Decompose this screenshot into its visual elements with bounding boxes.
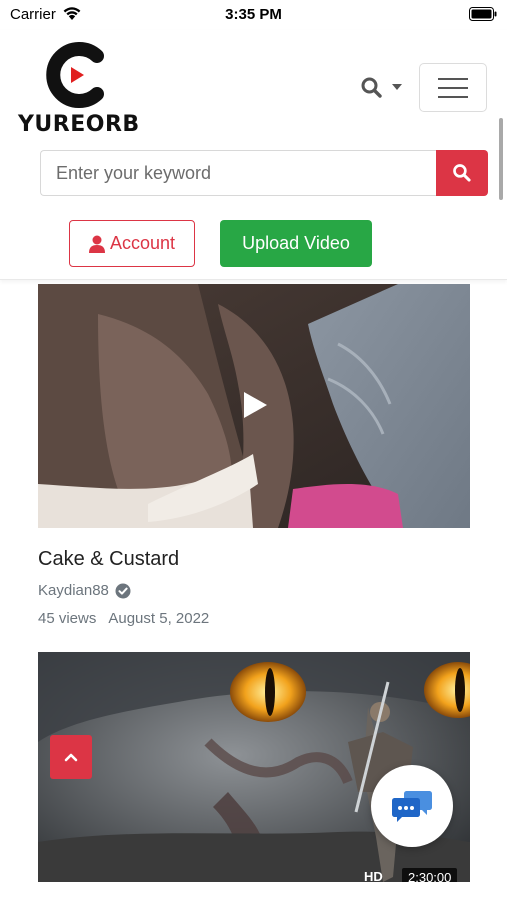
video-card[interactable]: Cake & Custard Kaydian88 45 views August …: [38, 284, 470, 644]
search-submit-button[interactable]: [436, 150, 488, 196]
video-thumbnail[interactable]: [38, 284, 470, 528]
search-input[interactable]: [40, 150, 437, 196]
play-icon[interactable]: [238, 389, 270, 421]
chevron-up-icon: [64, 753, 78, 762]
account-label: Account: [109, 233, 176, 253]
search-toggle[interactable]: [360, 74, 406, 102]
view-count: 45 views: [38, 610, 97, 627]
battery-icon: [469, 7, 497, 21]
video-meta: 45 views August 5, 2022: [38, 610, 209, 627]
duration-badge: 2:30:00: [402, 868, 458, 882]
chat-button[interactable]: [371, 765, 453, 847]
chat-bubbles-icon: [392, 791, 432, 822]
user-icon: [88, 235, 105, 253]
logo-text: YUREORB: [18, 112, 140, 137]
caret-down-icon: [392, 84, 402, 90]
upload-date: August 5, 2022: [108, 610, 210, 627]
menu-toggle-button[interactable]: [419, 63, 487, 112]
video-title[interactable]: Cake & Custard: [38, 548, 179, 571]
verified-check-icon: [115, 583, 131, 598]
upload-video-button[interactable]: Upload Video: [220, 220, 372, 267]
site-header: YUREORB Account Upload Video: [0, 30, 507, 280]
status-time: 3:35 PM: [225, 6, 282, 23]
site-logo[interactable]: YUREORB: [18, 40, 140, 137]
hd-badge: HD: [364, 869, 383, 882]
back-to-top-button[interactable]: [50, 735, 92, 779]
channel-row: Kaydian88: [38, 582, 131, 599]
status-bar: Carrier 3:35 PM: [0, 0, 507, 30]
account-button[interactable]: Account: [69, 220, 195, 267]
search-icon: [361, 77, 382, 98]
scroll-indicator[interactable]: [499, 118, 503, 200]
channel-name[interactable]: Kaydian88: [38, 582, 109, 599]
upload-video-label: Upload Video: [242, 233, 350, 253]
search-icon: [453, 164, 471, 182]
logo-mark-icon: [46, 42, 104, 108]
